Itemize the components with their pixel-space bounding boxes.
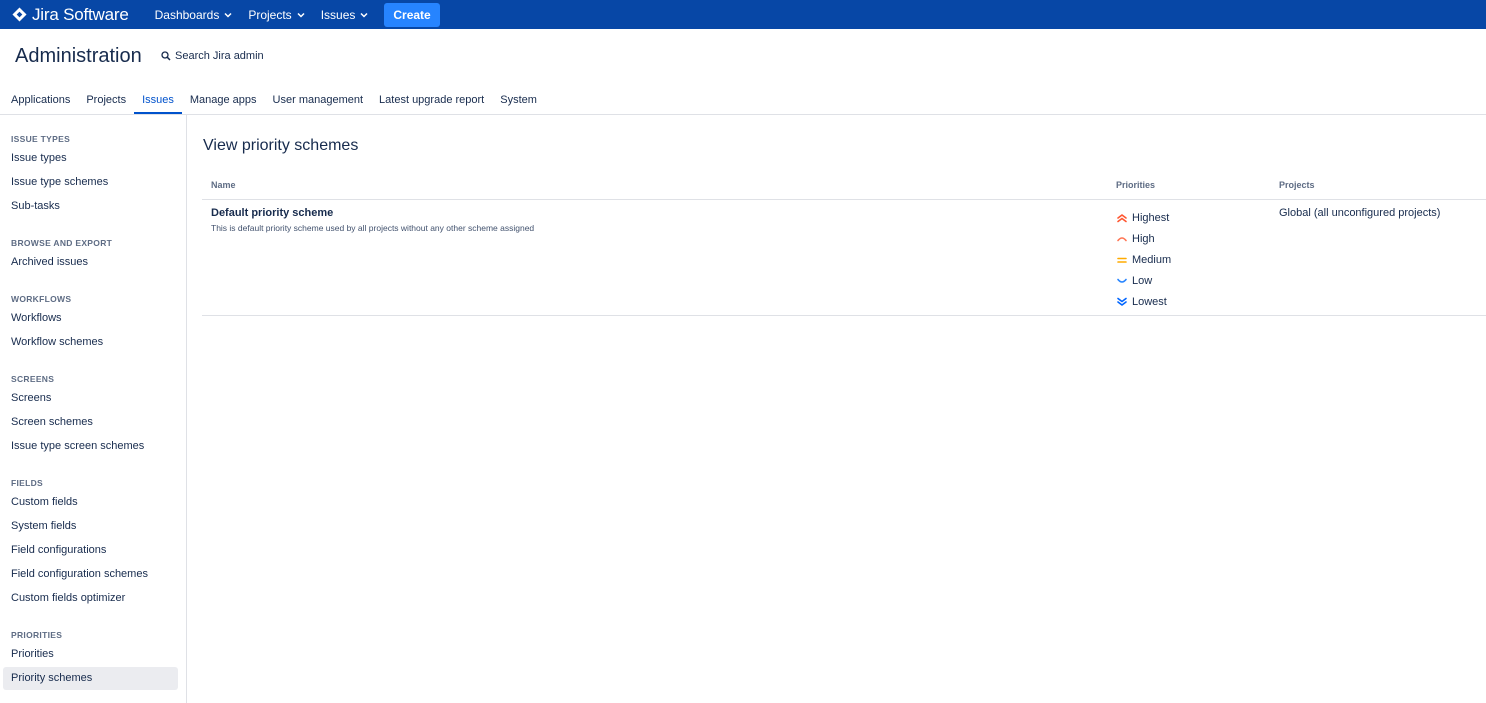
admin-search[interactable]: Search Jira admin [161,50,264,62]
page-title: Administration [15,45,142,67]
sidebar-item-priorities[interactable]: Priorities [3,643,178,666]
scheme-name[interactable]: Default priority scheme [211,207,333,219]
priority-highest-icon [1117,214,1127,223]
nav-projects-label: Projects [248,7,292,22]
sidebar-item-screen-schemes[interactable]: Screen schemes [3,411,178,434]
sidebar-section-workflows: WORKFLOWS [11,294,72,304]
priority-low-icon [1117,278,1127,283]
tab-system[interactable]: System [492,86,545,114]
priority-lowest-icon [1117,297,1127,306]
chevron-down-icon [297,12,305,18]
sidebar-section-browse-and-export: BROWSE AND EXPORT [11,238,113,248]
priority-item: Medium [1116,250,1171,271]
sidebar-item-priority-schemes[interactable]: Priority schemes [3,667,178,690]
priority-label: High [1132,233,1155,246]
sidebar-item-sub-tasks[interactable]: Sub-tasks [3,195,178,218]
priority-label: Low [1132,274,1153,287]
logo-text: Jira Software [32,4,129,24]
admin-tabs: Applications Projects Issues Manage apps… [0,86,1486,115]
sidebar-section-issue-types: ISSUE TYPES [11,134,71,144]
priority-item: Highest [1116,208,1171,229]
create-button[interactable]: Create [384,2,440,27]
nav-dashboards[interactable]: Dashboards [155,8,233,22]
sidebar-item-archived-issues[interactable]: Archived issues [3,251,178,274]
nav-issues[interactable]: Issues [321,8,369,22]
sidebar-item-issue-type-schemes[interactable]: Issue type schemes [3,171,178,194]
priority-list: Highest High Medium Low Lowest [1116,208,1171,312]
priority-label: Highest [1132,212,1170,225]
top-navigation-bar: Jira Software Dashboards Projects Issues… [0,0,1486,29]
column-header-projects: Projects [1279,180,1315,190]
chevron-down-icon [224,12,232,18]
tab-latest-upgrade-report[interactable]: Latest upgrade report [371,86,492,114]
admin-search-label: Search Jira admin [175,50,264,62]
column-header-priorities: Priorities [1116,180,1156,190]
table-header: Name Priorities Projects [202,176,1486,200]
tab-manage-apps[interactable]: Manage apps [182,86,265,114]
nav-dashboards-label: Dashboards [154,7,220,22]
tab-applications[interactable]: Applications [0,86,78,114]
sidebar-section-fields: FIELDS [11,478,44,488]
content-heading: View priority schemes [203,137,359,154]
sidebar-item-system-fields[interactable]: System fields [3,515,178,538]
priority-item: Lowest [1116,291,1171,312]
sidebar-item-workflow-schemes[interactable]: Workflow schemes [3,331,178,354]
sidebar-section-screens: SCREENS [11,374,55,384]
priority-item: Low [1116,270,1171,291]
column-header-name: Name [211,180,236,190]
sidebar-item-field-configuration-schemes[interactable]: Field configuration schemes [3,563,178,586]
priority-item: High [1116,229,1171,250]
tab-projects[interactable]: Projects [78,86,134,114]
scheme-description: This is default priority scheme used by … [211,223,535,233]
scheme-projects: Global (all unconfigured projects) [1279,207,1441,219]
sidebar-item-custom-fields-optimizer[interactable]: Custom fields optimizer [3,587,178,610]
sidebar-item-custom-fields[interactable]: Custom fields [3,491,178,514]
jira-logo[interactable]: Jira Software [12,5,129,25]
priority-high-icon [1117,237,1127,242]
nav-projects[interactable]: Projects [248,7,305,22]
sidebar-item-workflows[interactable]: Workflows [3,307,178,330]
sidebar-item-issue-type-screen-schemes[interactable]: Issue type screen schemes [3,435,178,458]
tab-issues[interactable]: Issues [134,86,182,114]
jira-diamond-icon [12,7,27,22]
sidebar-item-issue-types[interactable]: Issue types [3,147,178,170]
nav-issues-label: Issues [320,7,356,22]
chevron-down-icon [360,12,368,18]
priority-label: Medium [1132,253,1172,266]
tab-user-management[interactable]: User management [265,86,372,114]
sidebar-section-priorities: PRIORITIES [11,630,63,640]
priority-label: Lowest [1132,295,1167,308]
sidebar-item-field-configurations[interactable]: Field configurations [3,539,178,562]
search-icon [161,51,171,61]
table-row: Default priority scheme This is default … [202,200,1486,316]
priority-medium-icon [1117,257,1127,263]
sidebar-item-screens[interactable]: Screens [3,387,178,410]
sidebar: ISSUE TYPES Issue types Issue type schem… [0,115,187,703]
